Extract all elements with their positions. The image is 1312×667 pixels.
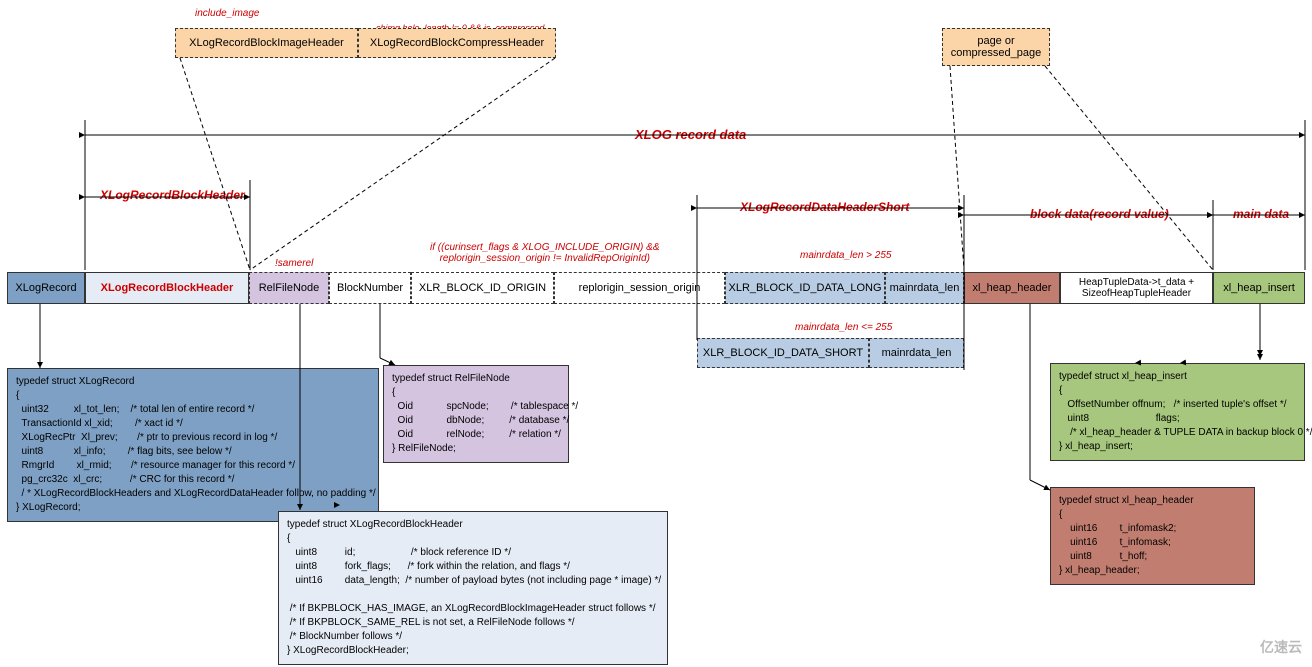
page-or-box: page or compressed_page <box>942 28 1050 66</box>
heap-header-struct: typedef struct xl_heap_header { uint16 t… <box>1050 487 1255 585</box>
block-header-label: XLogRecordBlockHeader <box>100 188 245 202</box>
xl-heap-insert-box: xl_heap_insert <box>1213 272 1305 304</box>
blocknumber-box: BlockNumber <box>329 272 411 304</box>
watermark: 亿速云 <box>1260 637 1302 657</box>
mainrdata-len2-box: mainrdata_len <box>869 338 964 368</box>
samerel-label: !samerel <box>275 258 313 269</box>
origin-cond-label: if ((curinsert_flags & XLOG_INCLUDE_ORIG… <box>430 242 660 264</box>
img-header-box: XLogRecordBlockImageHeader <box>175 28 358 58</box>
xlogrecord-box: XLogRecord <box>7 272 85 304</box>
xlr-origin-box: XLR_BLOCK_ID_ORIGIN <box>411 272 554 304</box>
xlr-long-box: XLR_BLOCK_ID_DATA_LONG <box>725 272 885 304</box>
main-data-label: main data <box>1233 207 1289 221</box>
mainrdata-le-label: mainrdata_len <= 255 <box>795 322 892 333</box>
heap-insert-struct: typedef struct xl_heap_insert { OffsetNu… <box>1050 363 1305 461</box>
relfilenode-struct: typedef struct RelFileNode { Oid spcNode… <box>383 365 569 463</box>
data-header-short-label: XLogRecordDataHeaderShort <box>740 200 909 214</box>
block-header-box: XLogRecordBlockHeader <box>85 272 249 304</box>
blockheader-struct: typedef struct XLogRecordBlockHeader { u… <box>278 511 668 665</box>
heaptuple-box: HeapTupleData->t_data + SizeofHeapTupleH… <box>1060 272 1213 304</box>
xlog-record-data-label: XLOG record data <box>635 127 746 142</box>
include-image-label: include_image <box>195 8 260 19</box>
compress-header-box: XLogRecordBlockCompressHeader <box>358 28 556 58</box>
mainrdata-gt-label: mainrdata_len > 255 <box>800 250 891 261</box>
relfilenode-box: RelFileNode <box>249 272 329 304</box>
xlr-short-box: XLR_BLOCK_ID_DATA_SHORT <box>697 338 869 368</box>
replorigin-box: replorigin_session_origin <box>554 272 725 304</box>
block-data-label: block data(record value) <box>1030 207 1169 221</box>
mainrdata-len-box: mainrdata_len <box>885 272 964 304</box>
xlogrecord-struct: typedef struct XLogRecord { uint32 xl_to… <box>7 368 379 522</box>
xl-heap-header-box: xl_heap_header <box>964 272 1060 304</box>
